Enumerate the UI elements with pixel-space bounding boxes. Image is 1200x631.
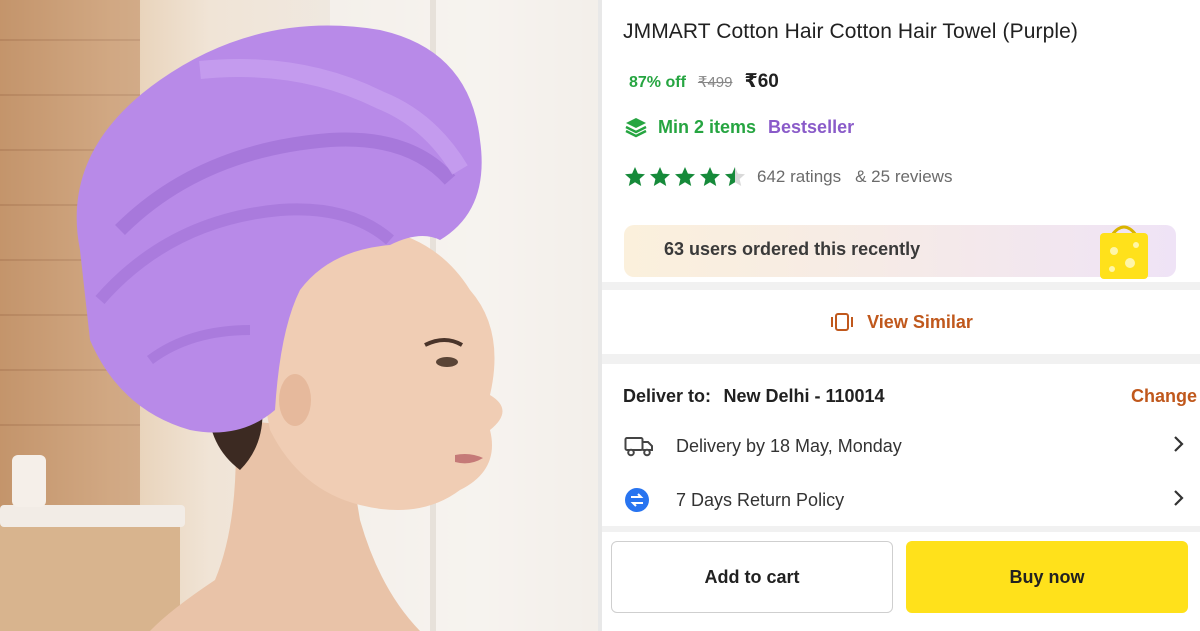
star-icon <box>675 167 695 186</box>
bestseller-badge: Bestseller <box>768 116 855 137</box>
product-photo-illustration <box>0 0 600 631</box>
price-row: 87% off ₹499 ₹60 <box>629 70 779 93</box>
recent-orders-banner: 63 users ordered this recently <box>624 225 1176 279</box>
star-rating <box>623 165 747 189</box>
return-arrows-icon <box>624 487 658 513</box>
ratings-count: 642 ratings <box>757 167 842 186</box>
product-image[interactable] <box>0 0 600 631</box>
deliver-to-row: Deliver to: New Delhi - 110014 Change <box>623 386 1197 407</box>
return-policy-text: 7 Days Return Policy <box>676 489 845 510</box>
stack-layers-icon <box>624 115 648 139</box>
discount-percent: 87% off <box>629 74 686 91</box>
section-separator <box>602 526 1200 532</box>
add-to-cart-button[interactable]: Add to cart <box>611 541 893 613</box>
original-price: ₹499 <box>697 74 733 91</box>
chevron-right-icon <box>1172 489 1184 512</box>
product-details-panel: JMMART Cotton Hair Cotton Hair Towel (Pu… <box>602 0 1200 631</box>
delivery-date-text: Delivery by 18 May, Monday <box>676 435 902 456</box>
offer-row: Min 2 items Bestseller <box>624 115 854 139</box>
reviews-count: & 25 reviews <box>855 167 953 186</box>
buy-now-button[interactable]: Buy now <box>906 541 1188 613</box>
star-icon <box>650 167 670 186</box>
min-items-label: Min 2 items <box>658 116 757 137</box>
star-icon <box>625 167 645 186</box>
chevron-right-icon <box>1172 435 1184 458</box>
selling-price: ₹60 <box>744 71 779 92</box>
deliver-to-label: Deliver to: <box>623 386 712 406</box>
product-title: JMMART Cotton Hair Cotton Hair Towel (Pu… <box>623 20 1078 43</box>
section-separator <box>602 282 1200 290</box>
return-policy-row[interactable]: 7 Days Return Policy <box>624 480 1184 520</box>
star-icon <box>700 167 720 186</box>
view-similar-label: View Similar <box>867 311 973 332</box>
half-star-icon <box>725 167 745 186</box>
truck-icon <box>624 435 658 457</box>
delivery-date-row[interactable]: Delivery by 18 May, Monday <box>624 426 1184 466</box>
view-similar-button[interactable]: View Similar <box>602 290 1200 354</box>
section-separator <box>602 354 1200 364</box>
rating-row[interactable]: 642 ratings & 25 reviews <box>623 165 952 189</box>
delivery-location: New Delhi - 110014 <box>723 386 885 406</box>
recent-orders-text: 63 users ordered this recently <box>664 239 921 259</box>
change-location-link[interactable]: Change <box>1131 386 1197 407</box>
shopping-bag-icon <box>1094 221 1154 284</box>
view-similar-icon <box>831 313 854 331</box>
